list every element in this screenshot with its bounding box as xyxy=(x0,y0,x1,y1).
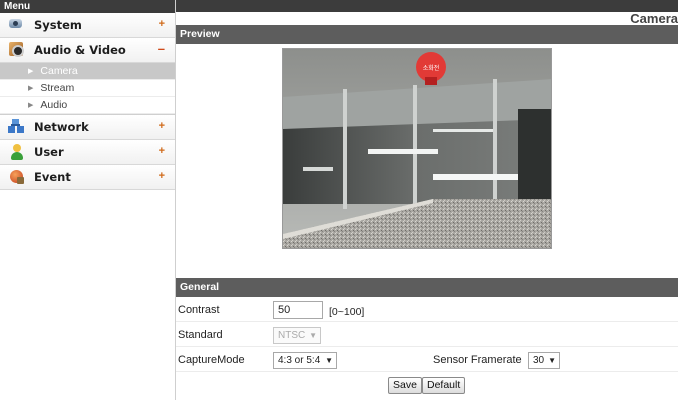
sidebar-subitem-label: Audio xyxy=(40,99,68,111)
sidebar-item-label: Network xyxy=(34,120,89,134)
preview-section-header: Preview xyxy=(176,25,678,44)
capture-mode-label: CaptureMode xyxy=(178,354,245,366)
main-content: Camera Preview 소화전 General Contrast 50 [… xyxy=(176,0,678,400)
contrast-row: Contrast [0~100] xyxy=(176,297,678,322)
capture-mode-select-value: 4:3 or 5:4 xyxy=(278,355,321,366)
system-camera-icon xyxy=(8,16,26,34)
menu-header: Menu xyxy=(0,0,175,13)
sidebar-subitem-camera[interactable]: ▶ Camera xyxy=(0,63,175,80)
chevron-right-icon: ▶ xyxy=(28,68,34,75)
sidebar-item-label: User xyxy=(34,145,64,159)
sidebar-subitem-label: Camera xyxy=(40,65,78,77)
expand-icon[interactable]: + xyxy=(159,120,165,132)
contrast-label: Contrast xyxy=(178,304,220,316)
sidebar-item-user[interactable]: User + xyxy=(0,140,175,165)
chevron-down-icon: ▼ xyxy=(325,356,333,365)
sidebar-item-label: Audio & Video xyxy=(34,43,126,57)
standard-select: NTSC ▼ xyxy=(273,327,321,344)
save-button[interactable]: Save xyxy=(388,377,422,394)
network-icon xyxy=(8,118,26,136)
preview-area: 소화전 xyxy=(176,44,678,277)
audio-video-icon xyxy=(8,41,26,59)
button-row: Save Default xyxy=(176,372,678,396)
camera-preview-image: 소화전 xyxy=(282,48,552,249)
contrast-range: [0~100] xyxy=(329,306,365,318)
sidebar-subitem-stream[interactable]: ▶ Stream xyxy=(0,80,175,97)
expand-icon[interactable]: + xyxy=(159,170,165,182)
sidebar-item-event[interactable]: Event + xyxy=(0,165,175,190)
general-section: General xyxy=(176,278,678,297)
contrast-input[interactable] xyxy=(273,301,323,319)
general-section-header: General xyxy=(176,278,678,297)
user-icon xyxy=(8,143,26,161)
collapse-icon[interactable]: – xyxy=(158,41,165,56)
general-form: Contrast [0~100] Standard NTSC ▼ Capture… xyxy=(176,297,678,372)
standard-row: Standard NTSC ▼ xyxy=(176,322,678,347)
audio-video-submenu: ▶ Camera ▶ Stream ▶ Audio xyxy=(0,63,175,115)
chevron-down-icon: ▼ xyxy=(548,356,556,365)
page-title: Camera xyxy=(630,11,678,26)
default-button[interactable]: Default xyxy=(422,377,466,394)
sidebar-item-system[interactable]: System + xyxy=(0,13,175,38)
sensor-framerate-select-value: 30 xyxy=(533,355,545,366)
sidebar-subitem-label: Stream xyxy=(40,82,75,94)
expand-icon[interactable]: + xyxy=(159,145,165,157)
sidebar-item-network[interactable]: Network + xyxy=(0,115,175,140)
sidebar-item-label: Event xyxy=(34,170,71,184)
expand-icon[interactable]: + xyxy=(159,18,165,30)
capture-mode-row: CaptureMode 4:3 or 5:4 ▼ Sensor Framerat… xyxy=(176,347,678,372)
sensor-framerate-label: Sensor Framerate xyxy=(433,354,522,366)
standard-label: Standard xyxy=(178,329,223,341)
fire-alarm-sign-text: 소화전 xyxy=(423,64,440,72)
sidebar-menu: Menu System + Audio & Video – ▶ Camera ▶… xyxy=(0,0,176,400)
sidebar-item-audio-video[interactable]: Audio & Video – xyxy=(0,38,175,63)
chevron-right-icon: ▶ xyxy=(28,102,34,109)
capture-mode-select[interactable]: 4:3 or 5:4 ▼ xyxy=(273,352,337,369)
sensor-framerate-select[interactable]: 30 ▼ xyxy=(528,352,560,369)
chevron-down-icon: ▼ xyxy=(309,331,317,340)
standard-select-value: NTSC xyxy=(278,330,306,341)
event-icon xyxy=(8,168,26,186)
title-bar: Camera xyxy=(176,0,678,26)
chevron-right-icon: ▶ xyxy=(28,85,34,92)
sidebar-subitem-audio[interactable]: ▶ Audio xyxy=(0,97,175,114)
sidebar-item-label: System xyxy=(34,18,82,32)
